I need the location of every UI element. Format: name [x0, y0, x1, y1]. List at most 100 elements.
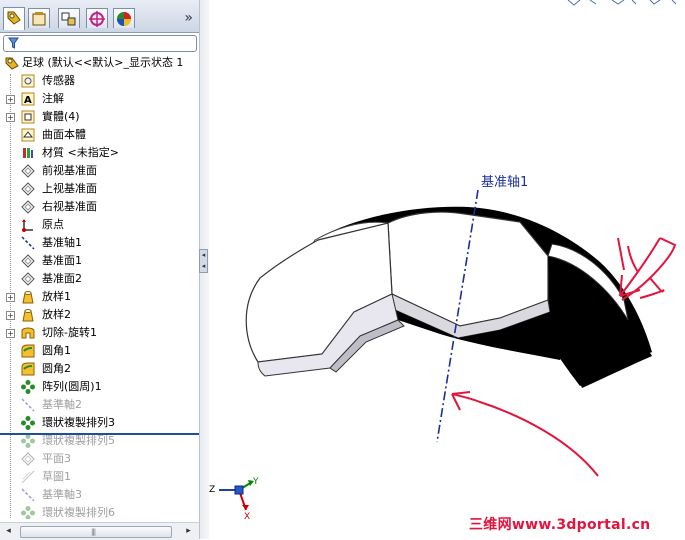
tree-item[interactable]: 草圖1 [0, 468, 199, 486]
tree-item-label: 阵列(圆周)1 [42, 380, 102, 393]
fillet-icon [20, 361, 36, 377]
svg-text:A: A [24, 95, 32, 106]
tree-item-label: 右视基准面 [42, 200, 97, 213]
tree-item[interactable]: 基准轴1 [0, 234, 199, 252]
tree-item[interactable]: 前视基准面 [0, 162, 199, 180]
sensor-icon [20, 73, 36, 89]
annotation-icon: A [20, 91, 36, 107]
plane-icon [20, 163, 36, 179]
tab-propertymanager[interactable] [28, 8, 50, 28]
tree-item-label: 基准面2 [42, 272, 82, 285]
tree-item-label: 平面3 [42, 452, 71, 465]
expand-icon[interactable]: + [6, 113, 15, 122]
tree-item[interactable]: 基准面2 [0, 270, 199, 288]
tree-item[interactable]: 足球 (默认<<默认>_显示状态 1 [0, 54, 199, 72]
horizontal-scrollbar[interactable]: ◂ ||| ▸ [0, 522, 199, 540]
configuration-manager-icon [61, 12, 76, 26]
circular-pattern-icon [20, 379, 36, 395]
tree-item-label: 放样2 [42, 308, 71, 321]
tab-display-manager[interactable] [113, 8, 135, 28]
plane-icon [20, 271, 36, 287]
tree-item-label: 基準軸3 [42, 488, 82, 501]
tree-item[interactable]: 基準軸2 [0, 396, 199, 414]
tree-item[interactable]: 平面3 [0, 450, 199, 468]
manager-tab-bar: » [0, 0, 199, 33]
tree-item[interactable]: + A 注解 [0, 90, 199, 108]
tree-item[interactable]: 基準軸3 [0, 486, 199, 504]
filter-input[interactable] [3, 35, 197, 52]
tree-item[interactable]: + 放样2 [0, 306, 199, 324]
tree-item-label: 基准轴1 [42, 236, 82, 249]
plane-icon [20, 451, 36, 467]
datum-axis-label[interactable]: 基准轴1 [481, 171, 528, 190]
tree-item[interactable]: + 實體(4) [0, 108, 199, 126]
graphics-area[interactable] [209, 0, 685, 539]
tree-item-label: 放样1 [42, 290, 71, 303]
tree-item[interactable]: 基准面1 [0, 252, 199, 270]
expand-icon[interactable]: + [6, 95, 15, 104]
dimxpert-icon [89, 11, 105, 27]
surface-bodies-icon [20, 127, 36, 143]
tree-item[interactable]: 環狀複製排列3 [0, 414, 199, 432]
expand-icon[interactable]: + [6, 329, 15, 338]
tree-item-label: 草圖1 [42, 470, 71, 483]
loft-icon [20, 307, 36, 323]
tree-item[interactable]: 原点 [0, 216, 199, 234]
feature-tree-icon [7, 11, 21, 25]
tree-item-label: 基准面1 [42, 254, 82, 267]
circular-pattern-icon [20, 415, 36, 431]
tree-item-label: 曲面本體 [42, 128, 86, 141]
collapse-panel-icon[interactable]: ◂ ◂ [199, 249, 208, 273]
tab-dimxpert[interactable] [86, 8, 108, 28]
scroll-left-icon[interactable]: ◂ [1, 524, 16, 538]
sketch-icon [20, 469, 36, 485]
feature-tree: 足球 (默认<<默认>_显示状态 1 传感器 + A 注解 + 實體(4) 曲面本體 材質 <未… [0, 54, 199, 519]
scroll-thumb[interactable]: ||| [20, 526, 172, 538]
watermark-text: 三维网www.3dportal.cn [469, 517, 651, 533]
tree-item[interactable]: 右视基准面 [0, 198, 199, 216]
tree-item-label: 上视基准面 [42, 182, 97, 195]
cut-revolve-icon [20, 325, 36, 341]
axis-icon [20, 397, 36, 413]
triad-z-label: Z [209, 485, 216, 495]
tab-configurationmanager[interactable] [58, 8, 80, 28]
plane-icon [20, 199, 36, 215]
tree-item-label: 圆角1 [42, 344, 71, 357]
scroll-right-icon[interactable]: ▸ [181, 524, 196, 538]
filter-bar [0, 33, 199, 54]
grip-icon: ||| [91, 528, 96, 536]
circular-pattern-icon [20, 505, 36, 519]
expand-icon[interactable]: + [6, 293, 15, 302]
axis-icon [20, 235, 36, 251]
tree-item-label: 原点 [42, 218, 64, 231]
tree-item[interactable]: 環狀複製排列6 [0, 504, 199, 519]
property-manager-icon [32, 12, 46, 26]
tree-item-label: 前视基准面 [42, 164, 97, 177]
triad-y-label: Y [253, 477, 259, 487]
tree-item[interactable]: + 切除-旋转1 [0, 324, 199, 342]
chevron-right-icon[interactable]: » [184, 10, 193, 26]
tree-item[interactable]: 圆角2 [0, 360, 199, 378]
tree-item[interactable]: 材質 <未指定> [0, 144, 199, 162]
plane-icon [20, 181, 36, 197]
rollback-bar[interactable] [0, 433, 199, 435]
solid-bodies-icon [20, 109, 36, 125]
loft-icon [20, 289, 36, 305]
tree-item-label: 材質 <未指定> [42, 146, 119, 159]
axis-icon [20, 487, 36, 503]
tree-item[interactable]: 阵列(圆周)1 [0, 378, 199, 396]
tree-item[interactable]: 圆角1 [0, 342, 199, 360]
fillet-icon [20, 343, 36, 359]
material-icon [20, 145, 36, 161]
tree-item[interactable]: + 放样1 [0, 288, 199, 306]
tree-item[interactable]: 上视基准面 [0, 180, 199, 198]
tree-item[interactable]: 曲面本體 [0, 126, 199, 144]
tree-item-label: 基準軸2 [42, 398, 82, 411]
display-manager-icon [117, 12, 131, 26]
tree-item-label: 传感器 [42, 74, 75, 87]
tree-item[interactable]: 传感器 [0, 72, 199, 90]
tree-item-label: 圆角2 [42, 362, 71, 375]
tree-item-label: 足球 (默认<<默认>_显示状态 1 [22, 56, 184, 69]
tab-featuremanager[interactable] [3, 7, 25, 30]
expand-icon[interactable]: + [6, 311, 15, 320]
